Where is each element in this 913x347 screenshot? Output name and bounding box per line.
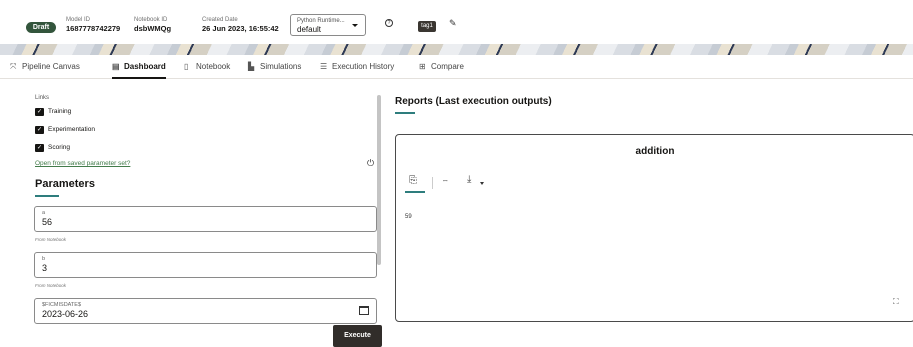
date-value: 2023-06-26 [42, 309, 89, 319]
scoring-label: Scoring [48, 144, 71, 151]
parameters-panel: Links ✓ Training ✓ Experimentation ✓ Sco… [26, 88, 384, 325]
compare-icon: ⊞ [419, 62, 426, 71]
chart-icon: ▙ [248, 62, 255, 71]
created-date-value: 26 Jun 2023, 16:55:42 [202, 24, 279, 33]
output-value: 59 [405, 214, 412, 220]
notebook-id-label: Notebook ID [134, 17, 168, 23]
experimentation-label: Experimentation [48, 126, 95, 133]
model-id-label: Model ID [66, 17, 91, 23]
tag-badge[interactable]: tag1 [418, 21, 436, 32]
dashboard-icon: ▤ [112, 62, 120, 71]
pipeline-icon: ⤧ [10, 62, 17, 71]
sliders-icon[interactable]: ⧿ [443, 175, 448, 186]
links-title: Links [35, 95, 50, 101]
open-saved-parameters-link[interactable]: Open from saved parameter set? [35, 160, 130, 167]
decorative-banner [0, 44, 913, 55]
notebook-icon: ▯ [184, 62, 189, 71]
param-b-hint: From Notebook [35, 283, 67, 288]
runtime-select[interactable]: Python Runtime... default [290, 14, 366, 36]
notebook-id-value: dsbWMQg [134, 24, 172, 33]
param-a-label: a [42, 210, 46, 216]
chevron-down-icon[interactable] [480, 182, 484, 185]
calendar-icon[interactable] [359, 306, 369, 315]
created-date-label: Created Date [202, 17, 238, 23]
report-card-title: addition [635, 146, 675, 157]
tab-simulations[interactable]: ▙ Simulations [248, 62, 301, 79]
status-badge: Draft [26, 22, 56, 33]
panel-scrollbar[interactable] [377, 95, 381, 265]
param-b-field[interactable]: b 3 [34, 252, 377, 278]
help-icon[interactable]: ? [385, 19, 393, 27]
tab-bar: ⤧ Pipeline Canvas ▤ Dashboard ▯ Notebook ▙ S… [0, 55, 913, 79]
reports-title: Reports (Last execution outputs) [395, 96, 552, 107]
tab-compare[interactable]: ⊞ Compare [419, 62, 464, 79]
training-checkbox[interactable]: ✓ [35, 108, 44, 116]
parameters-title: Parameters [35, 178, 95, 190]
report-card: addition ⎘ ⧿ ⤓ 59 ⛶ [395, 134, 913, 322]
date-label: $FICMISDATE$ [42, 302, 82, 308]
param-b-label: b [42, 256, 46, 262]
tab-notebook[interactable]: ▯ Notebook [184, 62, 230, 79]
power-icon[interactable]: ⏻ [367, 158, 374, 169]
document-tab-underline [405, 191, 425, 193]
list-icon: ☰ [320, 62, 328, 71]
created-date-block: Created Date 26 Jun 2023, 16:55:42 [202, 17, 279, 33]
tab-dashboard[interactable]: ▤ Dashboard [112, 62, 166, 79]
date-field[interactable]: $FICMISDATE$ 2023-06-26 [34, 298, 377, 324]
reports-underline [395, 112, 415, 114]
expand-icon[interactable]: ⛶ [893, 297, 899, 307]
parameters-underline [35, 195, 59, 197]
param-a-field[interactable]: a 56 [34, 206, 377, 232]
tab-pipeline-canvas[interactable]: ⤧ Pipeline Canvas [10, 62, 80, 79]
tab-execution-history[interactable]: ☰ Execution History [320, 62, 394, 79]
chevron-down-icon [352, 24, 358, 27]
experimentation-checkbox[interactable]: ✓ [35, 126, 44, 134]
param-a-hint: From Notebook [35, 237, 67, 242]
model-id-value: 1687778742279 [66, 24, 121, 33]
param-b-value: 3 [42, 263, 48, 273]
model-header: Draft Model ID 1687778742279 Notebook ID… [0, 0, 913, 44]
notebook-id-block: Notebook ID dsbWMQg [134, 17, 171, 33]
param-a-value: 56 [42, 217, 53, 227]
model-id-block: Model ID 1687778742279 [66, 17, 120, 33]
document-icon[interactable]: ⎘ [409, 175, 417, 186]
edit-pencil-icon[interactable]: ✎ [449, 18, 457, 29]
scoring-checkbox[interactable]: ✓ [35, 144, 44, 152]
execute-button[interactable]: Execute [333, 325, 382, 347]
toolbar-separator [432, 177, 433, 189]
download-icon[interactable]: ⤓ [467, 174, 471, 185]
training-label: Training [48, 108, 72, 115]
